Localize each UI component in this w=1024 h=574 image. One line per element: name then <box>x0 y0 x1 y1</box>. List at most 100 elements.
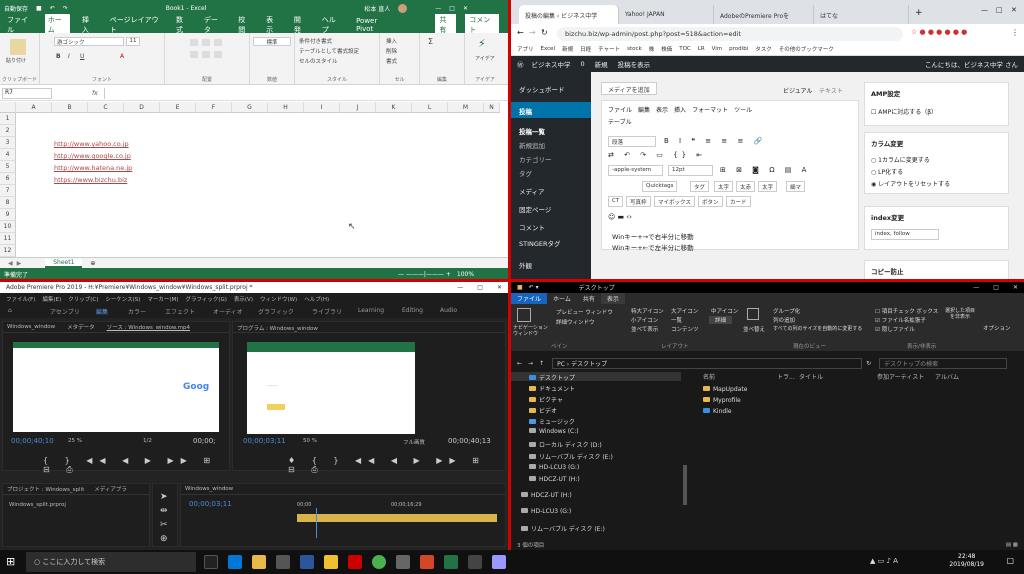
premiere-menu-item[interactable]: ウィンドウ(W) <box>260 295 297 303</box>
search-input[interactable]: デスクトップの検索 <box>879 357 1008 369</box>
column-radio-3[interactable]: ◉ レイアウトをリセットする <box>871 179 950 188</box>
bold-red-button[interactable]: 太赤 <box>736 181 756 192</box>
group-by-button[interactable]: グループ化 <box>773 307 800 315</box>
row-header[interactable]: 12 <box>0 245 16 257</box>
project-tab[interactable]: プロジェクト : Windows_split <box>7 485 84 493</box>
home-icon[interactable]: ⌂ <box>8 307 12 314</box>
layout-xl-icons[interactable]: 特大アイコン <box>631 307 664 315</box>
row-header[interactable]: 7 <box>0 185 16 197</box>
tree-item[interactable]: HD-LCU3 (G:) <box>521 508 571 515</box>
conditional-format-button[interactable]: 条件付き書式 <box>299 37 332 45</box>
thin-mark-button[interactable]: 細マ <box>786 181 806 192</box>
layout-s-icons[interactable]: 小アイコン <box>631 316 658 324</box>
maximize-icon[interactable]: □ <box>449 5 455 12</box>
workspace-tab[interactable]: オーディオ <box>213 307 243 316</box>
edge-icon[interactable] <box>228 555 242 569</box>
column-header[interactable]: H <box>268 102 304 113</box>
editor-menu-view[interactable]: 表示 <box>656 105 668 114</box>
explorer-taskbar-icon[interactable] <box>252 555 266 569</box>
bold-mark-button[interactable]: 太字 <box>758 181 778 192</box>
sheet-prev-icon[interactable]: ◀ <box>8 260 13 267</box>
premiere-menu-item[interactable]: ファイル(F) <box>6 295 35 303</box>
ct-button[interactable]: CT <box>608 196 624 207</box>
column-header[interactable]: B <box>52 102 88 113</box>
quicktags-select[interactable]: Quicktags <box>642 181 678 192</box>
tree-item[interactable]: ローカル ディスク (D:) <box>529 440 602 449</box>
insert-cells-button[interactable]: 挿入 <box>386 37 397 45</box>
timeline-playhead[interactable] <box>316 508 317 538</box>
add-sheet-icon[interactable]: ⊕ <box>90 260 95 267</box>
text-tab[interactable]: テキスト <box>819 86 843 95</box>
sidebar-item-tags[interactable]: タグ <box>519 168 532 178</box>
bookmark-item[interactable]: 新規 <box>562 45 573 53</box>
media-browser-tab[interactable]: メディアブラ <box>94 485 127 493</box>
extension-checkbox[interactable]: ☑ ファイル名拡張子 <box>875 316 926 324</box>
align-center-icon[interactable] <box>202 51 210 58</box>
list-item[interactable]: MapUpdate <box>703 386 747 393</box>
undo-icon[interactable]: ↶ <box>50 5 55 12</box>
autosave-label[interactable]: 自動保存 <box>4 4 28 13</box>
formatting-icons[interactable]: B I ❝ ≡ ≡ ≡ 🔗 <box>664 137 766 145</box>
sidebar-item-all-posts[interactable]: 投稿一覧 <box>519 126 545 136</box>
autosum-icon[interactable]: Σ <box>428 37 433 46</box>
column-header[interactable]: L <box>412 102 448 113</box>
row-header[interactable]: 8 <box>0 197 16 209</box>
column-header[interactable]: G <box>232 102 268 113</box>
nav-pane-icon[interactable] <box>517 308 531 322</box>
row-header[interactable]: 5 <box>0 161 16 173</box>
column-header[interactable]: C <box>88 102 124 113</box>
sidebar-item-add-new[interactable]: 新規追加 <box>519 140 545 150</box>
program-tab[interactable]: プログラム : Windows_window <box>233 322 505 333</box>
row-header[interactable]: 2 <box>0 125 16 137</box>
my-box-button[interactable]: マイボックス <box>654 196 695 207</box>
maximize-icon[interactable]: □ <box>477 284 483 291</box>
tree-item[interactable]: リムーバブル ディスク (E:) <box>521 524 605 533</box>
minimize-icon[interactable]: — <box>973 284 979 291</box>
column-header[interactable]: K <box>376 102 412 113</box>
site-name[interactable]: ビジネス中学 <box>532 59 571 69</box>
select-all-corner[interactable] <box>0 102 16 113</box>
column-header-track[interactable]: トラ... <box>777 372 795 381</box>
wordpress-icon[interactable]: Ⓦ <box>517 59 524 69</box>
sidebar-item-categories[interactable]: カテゴリー <box>519 154 552 164</box>
editor-menu-edit[interactable]: 編集 <box>638 105 650 114</box>
view-post-link[interactable]: 投稿を表示 <box>618 59 651 69</box>
layout-m-icons[interactable]: 中アイコン <box>711 307 738 315</box>
sidebar-item-appearance[interactable]: 外観 <box>519 260 532 270</box>
bold-tag-button[interactable]: 太字 <box>714 181 734 192</box>
button-button[interactable]: ボタン <box>698 196 723 207</box>
premiere-menu-item[interactable]: シーケンス(S) <box>105 295 140 303</box>
sidebar-item-posts[interactable]: 投稿 <box>519 106 532 116</box>
font-size-select[interactable]: 12pt <box>668 165 713 176</box>
cell-styles-button[interactable]: セルのスタイル <box>299 57 338 65</box>
excel-user[interactable]: 松本 直人 <box>364 4 390 13</box>
refresh-icon[interactable]: ↻ <box>866 360 871 367</box>
up-icon[interactable]: ↑ <box>539 360 544 367</box>
browser-tab[interactable]: AdobeのPremiere Proを <box>714 5 814 24</box>
underline-icon[interactable]: U <box>80 53 84 60</box>
row-header[interactable]: 9 <box>0 209 16 221</box>
source-timecode[interactable]: 00;00;40;10 <box>11 437 54 445</box>
tree-scrollbar[interactable] <box>683 465 687 505</box>
editor-line[interactable]: Winキー+←で左半分に移動 <box>612 242 694 252</box>
url-input[interactable]: bizchu.biz/wp-admin/post.php?post=518&ac… <box>557 27 903 41</box>
italic-icon[interactable]: I <box>68 53 70 60</box>
table-icons[interactable]: ⊞ ⊠ ◙ Ω ▤ A <box>720 166 810 174</box>
formula-input[interactable] <box>103 88 474 99</box>
tree-item[interactable]: Windows (C:) <box>529 428 579 435</box>
add-media-button[interactable]: メディアを追加 <box>601 82 657 95</box>
workspace-tab[interactable]: ライブラリ <box>312 307 342 316</box>
list-item[interactable]: Kindle <box>703 408 732 415</box>
close-icon[interactable]: ✕ <box>497 284 502 291</box>
preview-pane-button[interactable]: プレビュー ウィンドウ <box>556 308 613 316</box>
bookmark-item[interactable]: 株価 <box>661 45 672 53</box>
tab-share[interactable]: 共有 <box>577 293 601 304</box>
program-zoom[interactable]: 50 % <box>303 438 317 444</box>
delete-cells-button[interactable]: 削除 <box>386 47 397 55</box>
row-header[interactable]: 4 <box>0 149 16 161</box>
app-icon[interactable] <box>468 555 482 569</box>
browser-tab[interactable]: はてな <box>814 5 909 24</box>
avatar[interactable] <box>398 4 408 13</box>
redo-icon[interactable]: ↷ <box>63 5 68 12</box>
source-tab[interactable]: Windows_window <box>7 324 55 330</box>
